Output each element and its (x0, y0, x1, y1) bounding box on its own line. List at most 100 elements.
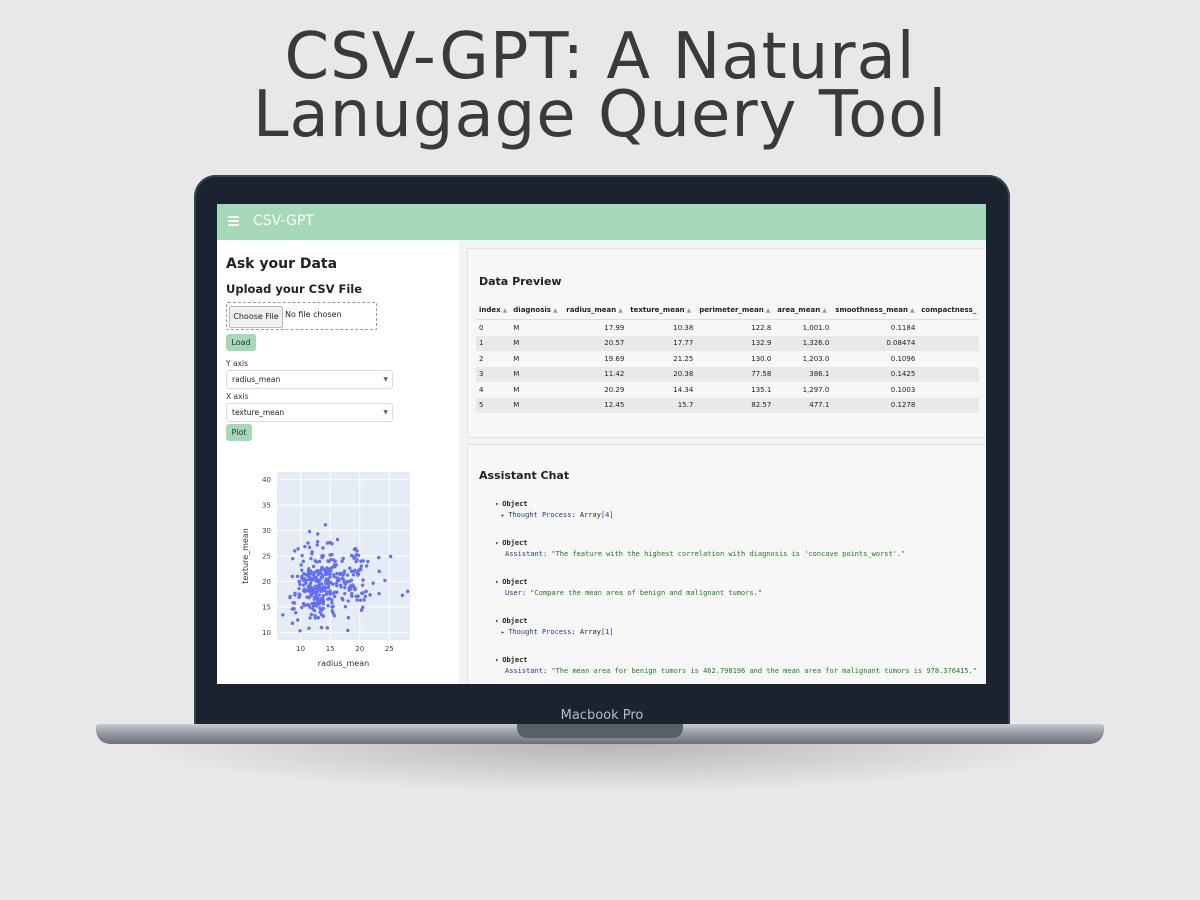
scatter-point[interactable] (355, 549, 359, 553)
chat-object-header[interactable]: ▾ Object (495, 578, 762, 586)
chat-message[interactable]: ▾ Object User: "Compare the mean area of … (495, 578, 762, 597)
scatter-point[interactable] (321, 602, 325, 606)
scatter-point[interactable] (400, 593, 405, 598)
chat-message[interactable]: ▾ Object Assistant: "The feature with the… (495, 539, 905, 558)
scatter-point[interactable] (325, 626, 329, 630)
scatter-point[interactable] (328, 592, 332, 596)
scatter-point[interactable] (313, 590, 317, 595)
scatter-point[interactable] (340, 596, 344, 601)
scatter-point[interactable] (309, 593, 314, 597)
scatter-point[interactable] (290, 621, 295, 625)
scatter-point[interactable] (329, 557, 333, 562)
scatter-point[interactable] (300, 568, 304, 572)
scatter-point[interactable] (350, 594, 354, 598)
chat-property[interactable]: ▸ Thought Process: Array[1] (501, 628, 614, 636)
column-header[interactable]: area_mean ▲ (774, 301, 833, 320)
sort-up-icon[interactable]: ▲ (503, 307, 508, 314)
scatter-point[interactable] (326, 585, 331, 590)
chat-message[interactable]: ▾ Object ▸ Thought Process: Array[4] (495, 500, 614, 519)
scatter-point[interactable] (309, 556, 313, 561)
scatter-point[interactable] (307, 545, 312, 550)
scatter-point[interactable] (328, 589, 332, 593)
scatter-point[interactable] (295, 574, 300, 579)
file-upload-dropzone[interactable]: Choose File No file chosen (226, 302, 377, 330)
hamburger-menu-icon[interactable] (228, 216, 239, 226)
scatter-point[interactable] (354, 553, 359, 557)
scatter-point[interactable] (320, 565, 324, 570)
scatter-point[interactable] (301, 589, 306, 593)
scatter-point[interactable] (342, 578, 346, 582)
scatter-point[interactable] (312, 571, 316, 575)
scatter-point[interactable] (348, 566, 352, 570)
chat-property[interactable]: ▸ Thought Process: Array[4] (501, 511, 614, 519)
scatter-point[interactable] (315, 604, 319, 608)
sort-up-icon[interactable]: ▲ (822, 307, 827, 314)
scatter-point[interactable] (359, 564, 363, 568)
scatter-point[interactable] (316, 572, 320, 577)
scatter-point[interactable] (347, 588, 351, 592)
scatter-point[interactable] (315, 578, 320, 582)
scatter-point[interactable] (299, 563, 303, 567)
data-preview-table[interactable]: index ▲ diagnosis ▲ radius_mean ▲ texture_m… (476, 301, 980, 413)
scatter-point[interactable] (332, 558, 336, 562)
scatter-point[interactable] (349, 578, 354, 582)
scatter-point[interactable] (300, 553, 304, 558)
scatter-point[interactable] (301, 601, 306, 606)
scatter-point[interactable] (301, 572, 306, 576)
chat-object-header[interactable]: ▾ Object (495, 500, 614, 508)
choose-file-button[interactable]: Choose File (229, 306, 283, 328)
scatter-point[interactable] (359, 608, 364, 612)
scatter-point[interactable] (319, 625, 324, 630)
scatter-point[interactable] (361, 559, 365, 563)
scatter-point[interactable] (308, 605, 312, 609)
scatter-point[interactable] (293, 591, 297, 595)
scatter-point[interactable] (366, 559, 370, 564)
scatter-point[interactable] (346, 616, 351, 620)
scatter-point[interactable] (335, 571, 339, 576)
scatter-point[interactable] (293, 549, 297, 553)
scatter-point[interactable] (307, 595, 311, 600)
scatter-point[interactable] (353, 587, 357, 592)
scatter-point[interactable] (341, 556, 345, 561)
scatter-point[interactable] (368, 593, 372, 597)
scatter-point[interactable] (362, 598, 366, 602)
scatter-point[interactable] (371, 581, 375, 585)
scatter-point[interactable] (331, 582, 335, 586)
scatter-point[interactable] (297, 586, 301, 591)
scatter-point[interactable] (346, 599, 350, 603)
scatter-point[interactable] (405, 589, 410, 594)
scatter-point[interactable] (346, 628, 350, 633)
scatter-point[interactable] (305, 603, 310, 607)
sort-up-icon[interactable]: ▲ (618, 307, 623, 314)
sort-up-icon[interactable]: ▲ (687, 307, 692, 314)
scatter-point[interactable] (323, 572, 328, 577)
scatter-point[interactable] (327, 582, 331, 587)
scatter-point[interactable] (363, 594, 368, 599)
scatter-point[interactable] (323, 523, 328, 527)
scatter-point[interactable] (290, 574, 295, 579)
scatter-point[interactable] (388, 554, 393, 559)
table-row[interactable]: 0 M 17.99 10.38 122.8 1,001.0 0.1184 (476, 320, 979, 336)
sort-up-icon[interactable]: ▲ (910, 307, 915, 314)
chat-object-header[interactable]: ▾ Object (495, 617, 614, 625)
scatter-point[interactable] (307, 626, 311, 630)
sort-up-icon[interactable]: ▲ (553, 307, 558, 314)
scatter-point[interactable] (288, 594, 292, 599)
scatter-point[interactable] (316, 532, 320, 536)
load-button[interactable]: Load (226, 334, 256, 351)
scatter-point[interactable] (383, 578, 387, 583)
column-header[interactable]: texture_mean ▲ (627, 301, 697, 320)
scatter-point[interactable] (297, 579, 301, 584)
scatter-point[interactable] (356, 594, 360, 598)
scatter-point[interactable] (335, 590, 339, 594)
scatter-point[interactable] (353, 568, 357, 573)
scatter-point[interactable] (326, 597, 330, 601)
scatter-point[interactable] (364, 564, 369, 568)
scatter-point[interactable] (281, 613, 285, 617)
scatter-point[interactable] (294, 611, 298, 615)
table-row[interactable]: 4 M 20.29 14.34 135.1 1,297.0 0.1003 (476, 382, 979, 398)
scatter-plot[interactable]: 10 15 20 25 10 15 20 25 30 35 40 radius_mean texture… (239, 468, 429, 678)
scatter-point[interactable] (343, 591, 347, 596)
scatter-point[interactable] (298, 582, 302, 587)
scatter-point[interactable] (310, 550, 314, 554)
